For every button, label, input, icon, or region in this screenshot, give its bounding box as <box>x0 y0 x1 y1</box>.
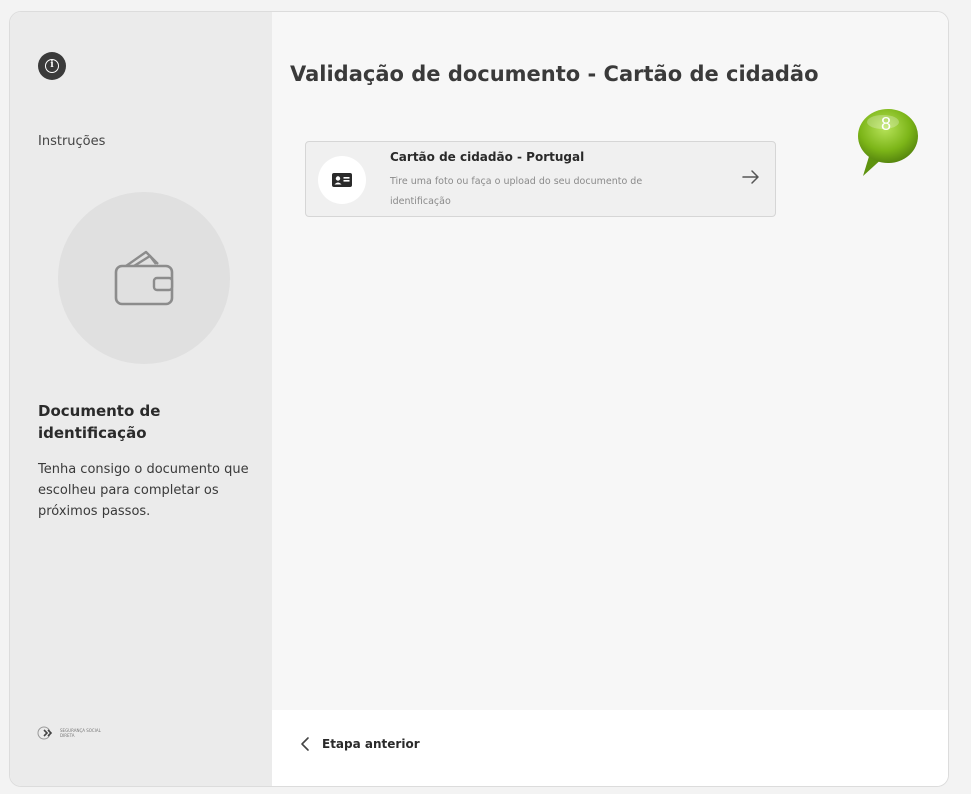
instructions-label: Instruções <box>38 134 106 149</box>
main-content: Validação de documento - Cartão de cidad… <box>272 12 948 710</box>
previous-step-label: Etapa anterior <box>322 737 420 751</box>
id-card-icon <box>332 173 352 187</box>
step-number: 8 <box>880 114 891 134</box>
sidebar-heading: Documento de identificação <box>38 402 161 442</box>
wallet-icon <box>114 250 174 306</box>
footer-bar: Etapa anterior <box>272 710 948 786</box>
logo-mark-icon <box>37 726 53 740</box>
info-icon[interactable]: i <box>38 52 66 80</box>
seguranca-social-logo: SEGURANÇA SOCIAL DIRETA <box>36 726 104 740</box>
logo-text: SEGURANÇA SOCIAL DIRETA <box>60 728 101 738</box>
instructions-sidebar: i Instruções Documento de identificação … <box>10 12 272 786</box>
document-option-title: Cartão de cidadão - Portugal <box>390 150 585 164</box>
document-option-card[interactable]: Cartão de cidadão - Portugal Tire uma fo… <box>305 141 776 217</box>
chevron-left-icon <box>301 737 309 751</box>
page-title: Validação de documento - Cartão de cidad… <box>290 62 819 86</box>
step-annotation-bubble: 8 <box>855 104 925 180</box>
arrow-right-icon[interactable] <box>741 167 761 187</box>
sidebar-description: Tenha consigo o documento que escolheu p… <box>38 462 249 519</box>
previous-step-button[interactable]: Etapa anterior <box>300 736 420 752</box>
app-window: i Instruções Documento de identificação … <box>9 11 949 787</box>
document-option-description: Tire uma foto ou faça o upload do seu do… <box>390 176 643 207</box>
wallet-illustration <box>58 192 230 364</box>
card-icon-container <box>318 156 366 204</box>
